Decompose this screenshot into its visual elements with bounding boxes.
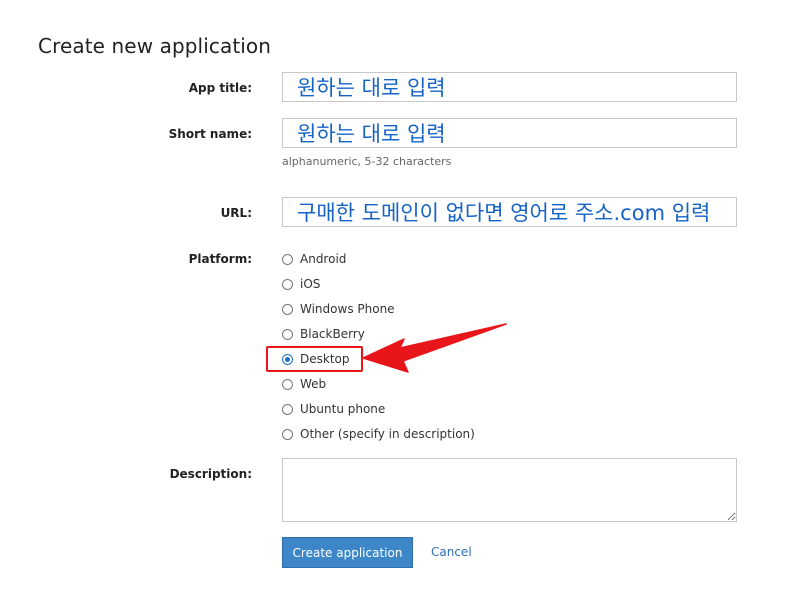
platform-option-other[interactable]: Other (specify in description) <box>282 425 475 443</box>
radio-button[interactable] <box>282 328 293 340</box>
radio-button[interactable] <box>282 253 293 265</box>
description-label: Description: <box>169 467 252 481</box>
url-label: URL: <box>220 206 252 220</box>
radio-button[interactable] <box>282 278 293 290</box>
description-textarea[interactable] <box>282 458 737 522</box>
annotation-highlight-box <box>266 346 363 372</box>
radio-button[interactable] <box>282 303 293 315</box>
radio-button[interactable] <box>282 378 293 390</box>
url-input[interactable] <box>282 197 737 227</box>
platform-option-label: Other (specify in description) <box>300 427 475 441</box>
platform-option-web[interactable]: Web <box>282 375 326 393</box>
platform-option-label: Web <box>300 377 327 391</box>
platform-option-label: Ubuntu phone <box>300 402 386 416</box>
platform-option-blackberry[interactable]: BlackBerry <box>282 325 365 343</box>
platform-option-label: Android <box>300 252 347 266</box>
platform-option-ubuntu-phone[interactable]: Ubuntu phone <box>282 400 385 418</box>
short-name-help-text: alphanumeric, 5-32 characters <box>282 155 452 168</box>
short-name-input[interactable] <box>282 118 737 148</box>
app-title-input[interactable] <box>282 72 737 102</box>
page-title: Create new application <box>38 34 272 58</box>
platform-option-android[interactable]: Android <box>282 250 346 268</box>
platform-option-windows-phone[interactable]: Windows Phone <box>282 300 395 318</box>
platform-option-label: Windows Phone <box>300 302 395 316</box>
platform-option-ios[interactable]: iOS <box>282 275 320 293</box>
app-title-label: App title: <box>188 81 252 95</box>
platform-option-label: iOS <box>300 277 321 291</box>
platform-option-label: BlackBerry <box>300 327 365 341</box>
radio-button[interactable] <box>282 428 293 440</box>
platform-label: Platform: <box>188 252 252 266</box>
short-name-label: Short name: <box>168 127 252 141</box>
create-application-button[interactable]: Create application <box>282 537 413 568</box>
annotation-arrow-icon <box>362 323 507 373</box>
radio-button[interactable] <box>282 403 293 415</box>
cancel-link[interactable]: Cancel <box>431 545 472 559</box>
